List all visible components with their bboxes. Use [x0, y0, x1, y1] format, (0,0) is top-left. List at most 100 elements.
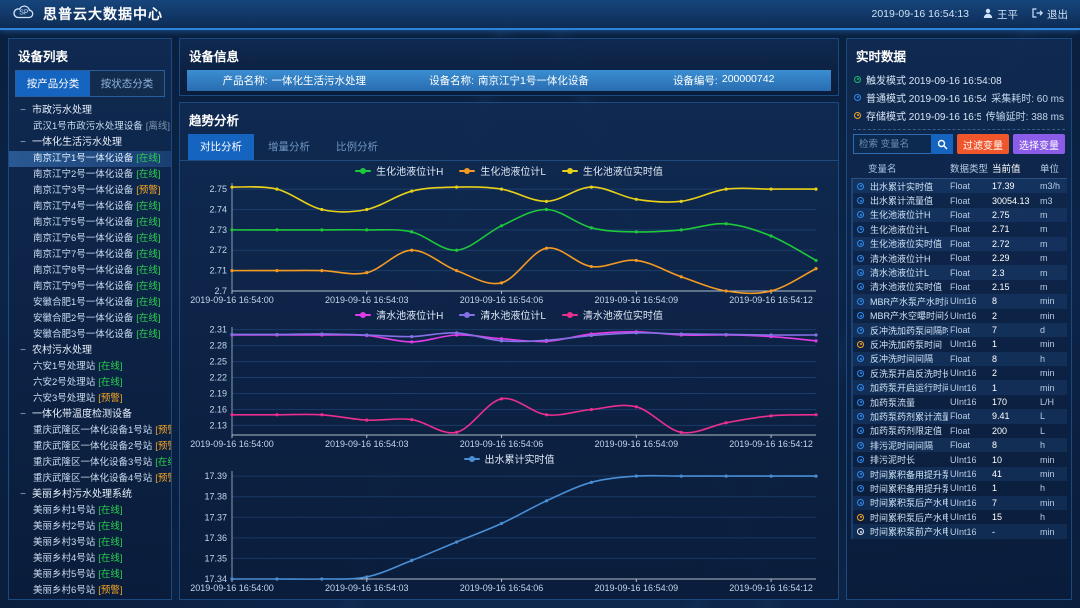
tab-by-status[interactable]: 按状态分类: [90, 71, 164, 96]
table-row[interactable]: 出水累计实时值Float17.39m3/h: [853, 179, 1067, 193]
table-row[interactable]: 生化池液位计LFloat2.71m: [853, 222, 1067, 236]
table-row[interactable]: 反冲洗加药泵时间UInt161min: [853, 337, 1067, 351]
variable-value: 2.75: [992, 210, 1038, 220]
device-item[interactable]: 六安1号处理站[在线]: [9, 359, 171, 375]
tab-increment-analysis[interactable]: 增量分析: [256, 134, 322, 160]
table-row[interactable]: 排污泥时间间隔Float8h: [853, 438, 1067, 452]
table-row[interactable]: MBR产水泵产水时间分UInt168min: [853, 294, 1067, 308]
device-item[interactable]: 安徽合肥2号一体化设备[在线]: [9, 311, 171, 327]
table-row[interactable]: 加药泵开启运行时间UInt161min: [853, 380, 1067, 394]
legend-item[interactable]: 出水累计实时值: [464, 451, 555, 466]
svg-text:2019-09-16 16:54:09: 2019-09-16 16:54:09: [595, 439, 679, 449]
table-row[interactable]: 时间累积备用提升泵分UInt1641min: [853, 467, 1067, 481]
device-item[interactable]: 南京江宁8号一体化设备[在线]: [9, 263, 171, 279]
status-row: 触发模式 2019-09-16 16:54:08: [854, 70, 1064, 88]
table-row[interactable]: 排污泥时长UInt1610min: [853, 452, 1067, 466]
search-input[interactable]: [853, 134, 931, 154]
device-item[interactable]: 重庆武隆区一体化设备1号站[预警]: [9, 423, 171, 439]
device-item[interactable]: 安徽合肥1号一体化设备[在线]: [9, 295, 171, 311]
device-item[interactable]: 重庆武隆区一体化设备4号站[预警]: [9, 471, 171, 487]
realtime-title: 实时数据: [847, 39, 1071, 70]
device-item[interactable]: 美丽乡村4号站[在线]: [9, 551, 171, 567]
device-group-header[interactable]: −一体化带温度检测设备: [9, 407, 171, 423]
tab-ratio-analysis[interactable]: 比例分析: [324, 134, 390, 160]
legend-item[interactable]: 清水池液位计L: [459, 307, 546, 322]
legend-item[interactable]: 生化池液位计H: [355, 163, 443, 178]
table-row[interactable]: 清水池液位计LFloat2.3m: [853, 265, 1067, 279]
device-item[interactable]: 南京江宁6号一体化设备[在线]: [9, 231, 171, 247]
device-status-badge: [在线]: [155, 455, 171, 471]
svg-text:17.38: 17.38: [204, 492, 227, 502]
device-item[interactable]: 美丽乡村2号站[在线]: [9, 519, 171, 535]
variable-status-icon: [857, 528, 864, 535]
variable-name: 反冲洗加药泵时间: [870, 338, 948, 351]
device-list-panel: 设备列表 按产品分类 按状态分类 −市政污水处理武汉1号市政污水处理设备[离线]…: [8, 38, 172, 600]
table-row[interactable]: 生化池液位计HFloat2.75m: [853, 208, 1067, 222]
variable-type: Float: [950, 196, 990, 206]
variable-unit: h: [1040, 512, 1067, 522]
user-menu[interactable]: 王平: [983, 7, 1018, 22]
device-group-header[interactable]: −市政污水处理: [9, 103, 171, 119]
table-row[interactable]: 反冲洗加药泵间隔时间Float7d: [853, 323, 1067, 337]
device-item[interactable]: 南京江宁4号一体化设备[在线]: [9, 199, 171, 215]
legend-item[interactable]: 清水池液位计H: [355, 307, 443, 322]
search-button[interactable]: [931, 134, 953, 154]
device-item[interactable]: 美丽乡村6号站[预警]: [9, 583, 171, 599]
device-item[interactable]: 重庆武隆区一体化设备3号站[在线]: [9, 455, 171, 471]
device-item-label: 安徽合肥1号一体化设备: [33, 295, 133, 311]
device-group-header[interactable]: −农村污水处理: [9, 343, 171, 359]
device-item-label: 六安3号处理站: [33, 391, 95, 407]
device-item[interactable]: 美丽乡村3号站[在线]: [9, 535, 171, 551]
device-group-header[interactable]: −一体化生活污水处理: [9, 135, 171, 151]
table-row[interactable]: 加药泵流量UInt16170L/H: [853, 395, 1067, 409]
device-item[interactable]: 南京江宁5号一体化设备[在线]: [9, 215, 171, 231]
status-text: 存储模式 2019-09-16 16:54:10: [866, 108, 981, 123]
table-row[interactable]: 清水池液位实时值Float2.15m: [853, 280, 1067, 294]
table-row[interactable]: 时间累积泵后产水电动阀分UInt167min: [853, 496, 1067, 510]
svg-text:2.75: 2.75: [209, 184, 227, 194]
table-row[interactable]: 加药泵药剂限定值Float200L: [853, 424, 1067, 438]
table-row[interactable]: 反洗泵开启反洗时长UInt162min: [853, 366, 1067, 380]
table-row[interactable]: MBR产水空曝时间分UInt162min: [853, 309, 1067, 323]
device-item[interactable]: 六安2号处理站[在线]: [9, 375, 171, 391]
device-item[interactable]: 南京江宁2号一体化设备[在线]: [9, 167, 171, 183]
variable-name: 清水池液位实时值: [870, 280, 948, 293]
variable-name: 加药泵流量: [870, 396, 948, 409]
col-variable-name: 变量名: [868, 161, 948, 175]
device-item[interactable]: 美丽乡村5号站[在线]: [9, 567, 171, 583]
table-row[interactable]: 清水池液位计HFloat2.29m: [853, 251, 1067, 265]
table-row[interactable]: 加药泵药剂累计流量Float9.41L: [853, 409, 1067, 423]
table-row[interactable]: 时间累积泵前产水电动阀分UInt16-min: [853, 524, 1067, 538]
logout-icon: [1032, 8, 1043, 21]
variable-type: Float: [950, 440, 990, 450]
device-item[interactable]: 重庆武隆区一体化设备2号站[预警]: [9, 439, 171, 455]
device-group-header[interactable]: −美丽乡村污水处理系统: [9, 487, 171, 503]
table-row[interactable]: 时间累积备用提升泵时UInt161h: [853, 481, 1067, 495]
tab-by-product[interactable]: 按产品分类: [16, 71, 90, 96]
device-item[interactable]: 安徽合肥3号一体化设备[在线]: [9, 327, 171, 343]
chart-legend: 生化池液位计H 生化池液位计L 生化池液位实时值: [186, 163, 832, 178]
table-row[interactable]: 出水累计流量值Float30054.13m3: [853, 193, 1067, 207]
device-item[interactable]: 美丽乡村1号站[在线]: [9, 503, 171, 519]
trend-panel: 趋势分析 对比分析 增量分析 比例分析 生化池液位计H生化池液位计L生化池液位实…: [179, 102, 839, 600]
legend-item[interactable]: 清水池液位实时值: [562, 307, 663, 322]
device-id-value: 200000742: [722, 73, 775, 88]
tab-compare-analysis[interactable]: 对比分析: [188, 134, 254, 160]
device-item[interactable]: 武汉1号市政污水处理设备[离线]: [9, 119, 171, 135]
table-row[interactable]: 反冲洗时间间隔Float8h: [853, 352, 1067, 366]
legend-item[interactable]: 生化池液位实时值: [562, 163, 663, 178]
variable-status-icon: [857, 283, 864, 290]
table-row[interactable]: 时间累积泵后产水电动阀时UInt1615h: [853, 510, 1067, 524]
device-item[interactable]: 南京江宁7号一体化设备[在线]: [9, 247, 171, 263]
legend-item[interactable]: 生化池液位计L: [459, 163, 546, 178]
select-variables-button[interactable]: 选择变量: [1013, 134, 1065, 154]
device-item[interactable]: 南京江宁1号一体化设备[在线]: [9, 151, 171, 167]
variable-unit: m3: [1040, 196, 1067, 206]
variable-name: 生化池液位计L: [870, 223, 948, 236]
device-item[interactable]: 南京江宁3号一体化设备[预警]: [9, 183, 171, 199]
table-row[interactable]: 生化池液位实时值Float2.72m: [853, 237, 1067, 251]
logout-button[interactable]: 退出: [1032, 7, 1068, 22]
device-item[interactable]: 南京江宁9号一体化设备[在线]: [9, 279, 171, 295]
device-item[interactable]: 六安3号处理站[预警]: [9, 391, 171, 407]
filter-variables-button[interactable]: 过滤变量: [957, 134, 1009, 154]
